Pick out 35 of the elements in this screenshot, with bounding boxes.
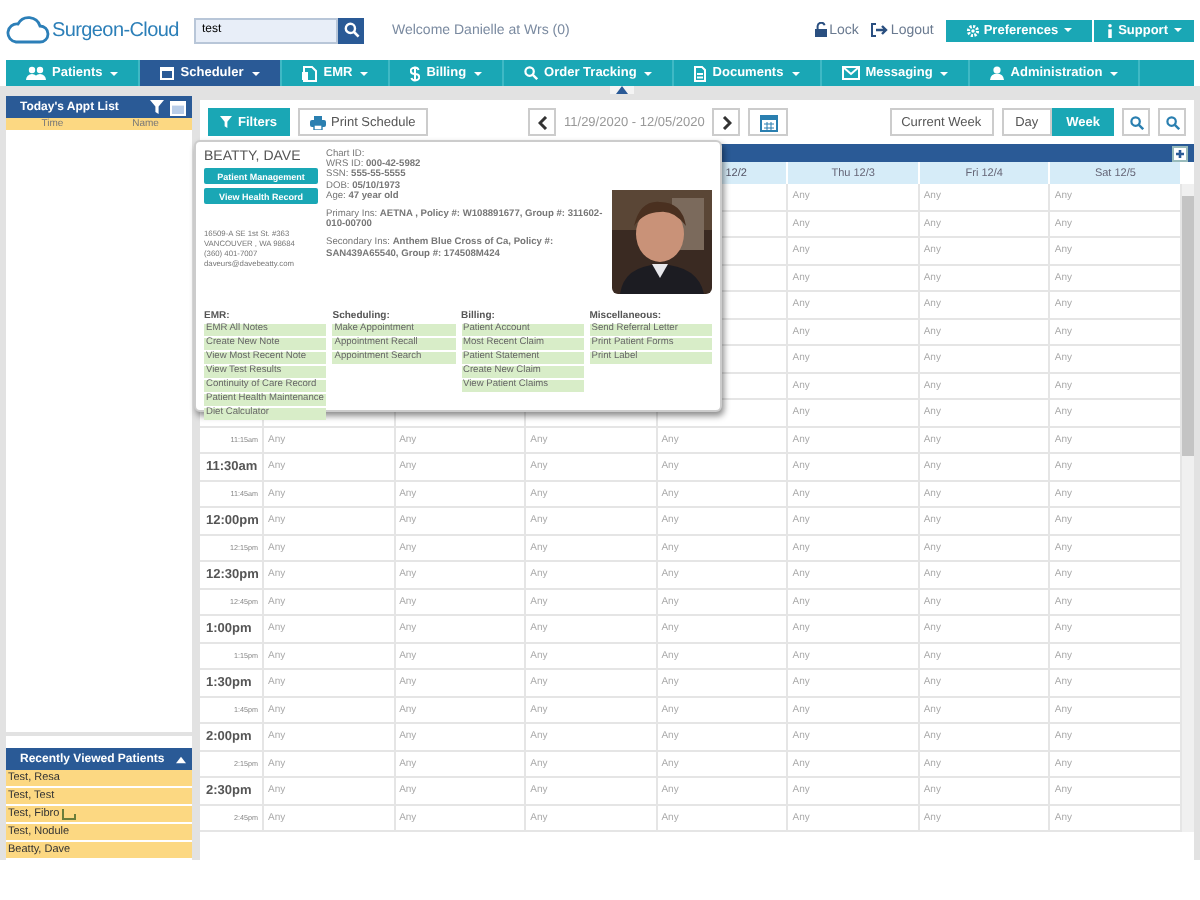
next-week-button[interactable] bbox=[712, 108, 741, 136]
user-icon bbox=[990, 66, 1005, 80]
info-icon bbox=[1106, 23, 1115, 37]
filter-icon[interactable] bbox=[150, 100, 164, 114]
document-icon bbox=[694, 65, 707, 81]
logo-text[interactable]: Surgeon-Cloud bbox=[52, 19, 179, 41]
calendar-icon[interactable] bbox=[170, 99, 186, 115]
date-picker-button[interactable] bbox=[748, 108, 789, 136]
gear-icon bbox=[965, 23, 980, 37]
dollar-icon bbox=[410, 65, 421, 81]
collapse-icon[interactable] bbox=[176, 755, 186, 763]
add-icon[interactable] bbox=[1172, 145, 1188, 161]
chevron-right-icon bbox=[721, 115, 732, 129]
envelope-icon bbox=[841, 66, 860, 80]
search-icon bbox=[524, 66, 539, 80]
search-icon bbox=[1165, 115, 1180, 129]
search-icon bbox=[343, 22, 359, 38]
search-icon bbox=[1129, 115, 1144, 129]
logout-icon bbox=[870, 22, 889, 38]
previous-week-button[interactable] bbox=[528, 108, 557, 136]
note-icon[interactable] bbox=[61, 808, 76, 820]
lock-icon bbox=[813, 22, 828, 38]
calendar-icon bbox=[759, 113, 778, 131]
search-button[interactable] bbox=[338, 17, 364, 43]
printer-icon bbox=[309, 115, 326, 129]
cloud-icon bbox=[6, 16, 50, 44]
filter-icon bbox=[220, 116, 232, 128]
file-icon bbox=[301, 65, 318, 81]
calendar-icon bbox=[160, 66, 175, 80]
collapse-tab[interactable] bbox=[610, 86, 634, 94]
zoom-in-button[interactable] bbox=[1122, 108, 1151, 136]
users-icon bbox=[26, 66, 46, 80]
scrollbar[interactable] bbox=[1182, 184, 1194, 832]
chevron-left-icon bbox=[537, 115, 548, 129]
zoom-out-button[interactable] bbox=[1158, 108, 1187, 136]
